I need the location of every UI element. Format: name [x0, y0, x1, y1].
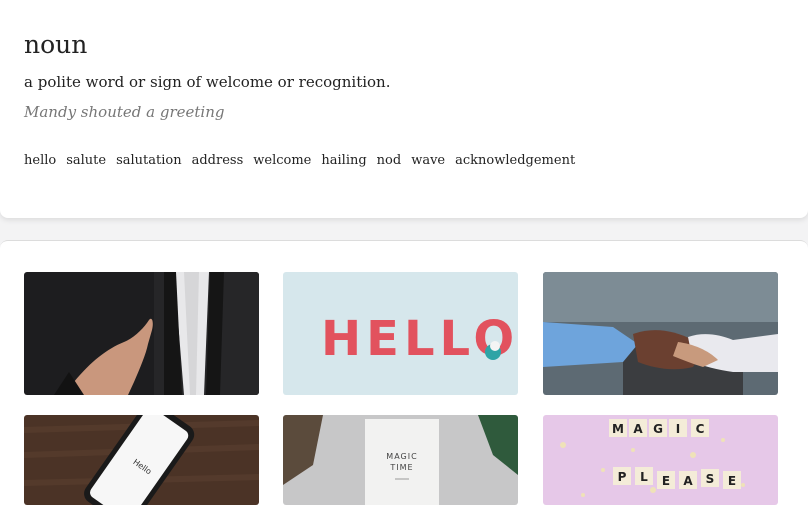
card-text-line2: TIME: [389, 463, 413, 472]
image-magic-time[interactable]: MAGIC TIME: [283, 415, 518, 505]
synonym-list: hello salute salutation address welcome …: [24, 153, 575, 168]
scrabble-tile: A: [633, 422, 643, 436]
scrabble-tile: E: [728, 474, 736, 488]
image-scrabble[interactable]: M A G I C P L E A S E: [543, 415, 778, 505]
handshake-photo: [543, 272, 778, 395]
image-handshake-offer[interactable]: [24, 272, 259, 395]
image-handshake[interactable]: [543, 272, 778, 395]
magic-time-photo: MAGIC TIME: [283, 415, 518, 505]
synonym-link[interactable]: hailing: [321, 153, 366, 168]
synonym-link[interactable]: address: [192, 153, 244, 168]
part-of-speech: noun: [24, 30, 88, 59]
scrabble-tile: L: [640, 470, 648, 484]
scrabble-tile: M: [612, 422, 624, 436]
image-gallery: HELLO Hello MAGIC TIME M A G I C P L E A…: [0, 240, 808, 510]
scrabble-photo: M A G I C P L E A S E: [543, 415, 778, 505]
handshake-offer-photo: [24, 272, 259, 395]
synonym-link[interactable]: salute: [66, 153, 106, 168]
example-sentence: Mandy shouted a greeting: [24, 103, 225, 121]
hello-letters-photo: HELLO: [283, 272, 518, 395]
image-hello-letters[interactable]: HELLO: [283, 272, 518, 395]
definition-card: noun a polite word or sign of welcome or…: [0, 0, 808, 218]
scrabble-tile: I: [676, 422, 680, 436]
card-text-line1: MAGIC: [386, 452, 417, 461]
hello-sign-text: HELLO: [321, 311, 518, 367]
scrabble-tile: C: [696, 422, 705, 436]
synonym-link[interactable]: hello: [24, 153, 56, 168]
synonym-link[interactable]: nod: [377, 153, 402, 168]
synonym-link[interactable]: salutation: [116, 153, 182, 168]
phone-photo: Hello: [24, 415, 259, 505]
synonym-link[interactable]: wave: [411, 153, 445, 168]
scrabble-tile: P: [618, 470, 627, 484]
scrabble-tile: A: [683, 474, 693, 488]
scrabble-tile: S: [706, 472, 715, 486]
definition-text: a polite word or sign of welcome or reco…: [24, 73, 391, 91]
image-phone[interactable]: Hello: [24, 415, 259, 505]
scrabble-tile: E: [662, 474, 670, 488]
synonym-link[interactable]: acknowledgement: [455, 153, 575, 168]
synonym-link[interactable]: welcome: [253, 153, 311, 168]
scrabble-tile: G: [653, 422, 663, 436]
